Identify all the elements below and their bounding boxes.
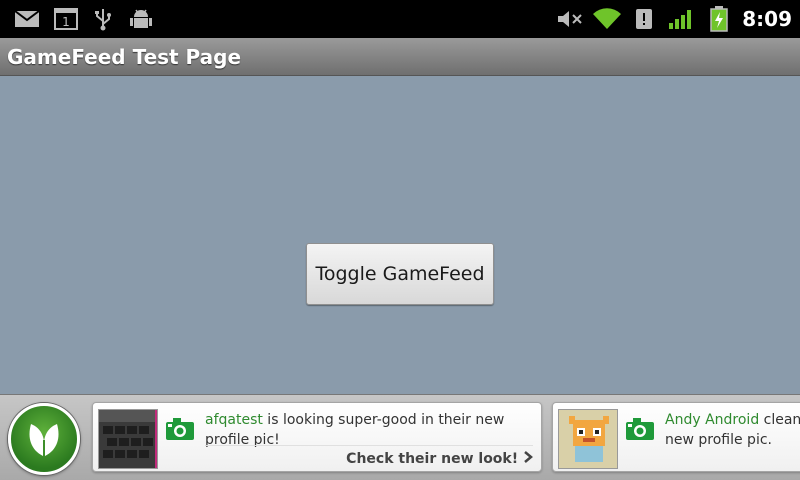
feed-message: afqatest is looking super-good in their … — [205, 412, 505, 428]
mail-icon — [14, 0, 40, 38]
toggle-gamefeed-button[interactable]: Toggle GameFeed — [306, 243, 494, 305]
feed-message-line2: profile pic! — [205, 432, 280, 448]
gamefeed-bar: afqatest is looking super-good in their … — [0, 394, 800, 480]
feed-message: Andy Android clean — [665, 412, 800, 428]
page-title: GameFeed Test Page — [7, 45, 242, 69]
divider — [205, 445, 533, 446]
feed-card[interactable]: Andy Android clean new profile pic. — [552, 402, 800, 472]
alert-icon — [634, 0, 654, 38]
chevron-right-icon — [524, 451, 533, 463]
feed-username[interactable]: afqatest — [205, 412, 263, 428]
user-avatar — [558, 409, 618, 469]
main-content: Toggle GameFeed — [0, 76, 800, 394]
feed-username[interactable]: Andy Android — [665, 412, 759, 428]
camera-icon — [165, 417, 195, 445]
title-bar: GameFeed Test Page — [0, 38, 800, 76]
svg-text:1: 1 — [62, 15, 70, 29]
wifi-icon — [592, 0, 622, 38]
status-time: 8:09 — [742, 7, 792, 31]
signal-icon — [668, 0, 696, 38]
android-debug-icon — [130, 0, 152, 38]
leaf-logo-icon[interactable] — [8, 403, 80, 475]
user-avatar — [98, 409, 158, 469]
camera-icon — [625, 417, 655, 445]
usb-icon — [94, 0, 112, 38]
calendar-icon: 1 — [54, 0, 78, 38]
feed-card[interactable]: afqatest is looking super-good in their … — [92, 402, 542, 472]
feed-message-line2: new profile pic. — [665, 432, 772, 448]
check-new-look-link[interactable]: Check their new look! — [346, 451, 533, 467]
mute-icon — [556, 0, 584, 38]
battery-charging-icon — [708, 0, 730, 38]
status-bar: 1 8:09 — [0, 0, 800, 38]
